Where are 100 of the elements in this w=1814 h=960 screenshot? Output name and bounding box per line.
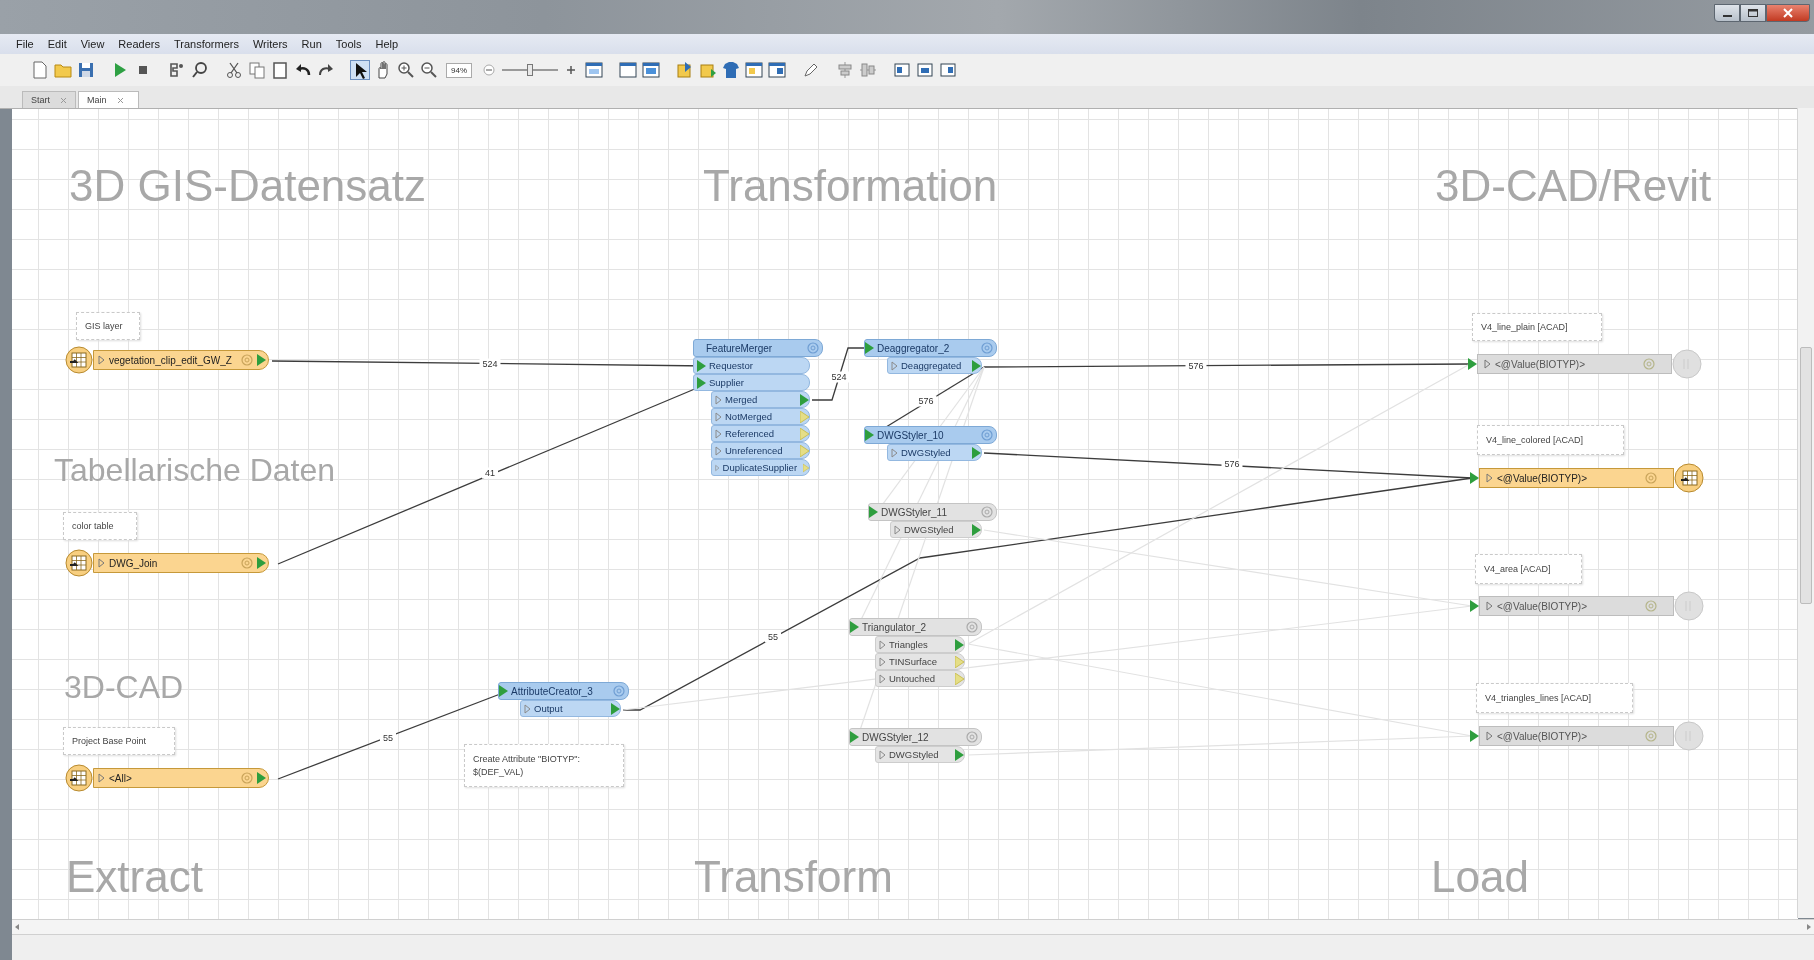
shirt-icon[interactable] — [721, 60, 741, 80]
output-port[interactable]: Deaggregated — [887, 357, 982, 374]
paste-icon[interactable] — [270, 60, 290, 80]
port-arrow-icon — [715, 462, 720, 473]
transformer-header[interactable]: Deaggregator_2 — [864, 339, 997, 357]
zoom-field[interactable]: 94% — [446, 62, 472, 78]
menu-item[interactable]: View — [74, 36, 111, 52]
menu-item[interactable]: Writers — [246, 36, 294, 52]
annotation-note: V4_triangles_lines [ACAD] — [1476, 683, 1633, 713]
feature-count: 55 — [380, 732, 396, 744]
output-port[interactable]: Referenced — [711, 425, 810, 442]
menu-item[interactable]: Readers — [112, 36, 166, 52]
output-port[interactable]: Triangles — [875, 636, 965, 653]
vertical-scrollbar[interactable] — [1797, 108, 1814, 918]
output-port[interactable]: DWGStyled — [890, 521, 982, 538]
reader-icon[interactable] — [65, 549, 93, 577]
output-port[interactable]: TINSurface — [875, 653, 965, 670]
scrollbar-thumb[interactable] — [1800, 347, 1812, 604]
feature-count: 576 — [1185, 360, 1207, 372]
window-icon[interactable] — [767, 60, 787, 80]
transformer-header[interactable]: FeatureMerger — [693, 339, 823, 357]
zoom-out-icon[interactable] — [419, 60, 439, 80]
close-button[interactable] — [1766, 4, 1810, 22]
output-port[interactable]: DWGStyled — [875, 746, 965, 763]
zoom-in-icon[interactable] — [396, 60, 416, 80]
menu-item[interactable]: File — [10, 36, 40, 52]
reader-icon[interactable] — [65, 764, 93, 792]
align-icon[interactable] — [858, 60, 878, 80]
window-icon[interactable] — [618, 60, 638, 80]
port-arrow-icon — [98, 558, 105, 568]
section-heading: Transform — [694, 855, 893, 899]
menu-item[interactable]: Tools — [329, 36, 368, 52]
writer-bar[interactable]: <@Value(BIOTYP)> — [1479, 726, 1674, 746]
reader-bar[interactable]: <All> — [93, 768, 269, 788]
minimize-button[interactable] — [1714, 4, 1740, 22]
scroll-right-icon[interactable] — [1806, 923, 1812, 931]
section-heading: Extract — [66, 855, 203, 899]
menu-item[interactable]: Edit — [41, 36, 73, 52]
pointer-tool-button[interactable] — [350, 60, 370, 80]
transformer-header[interactable]: DWGStyler_11 — [868, 503, 997, 521]
tab[interactable]: Start — [22, 91, 76, 108]
writer-icon[interactable] — [1674, 463, 1704, 493]
menu-item[interactable]: Help — [369, 36, 405, 52]
window-icon[interactable] — [584, 60, 604, 80]
search-icon[interactable] — [190, 60, 210, 80]
writer-bar[interactable]: <@Value(BIOTYP)> — [1479, 468, 1674, 488]
input-port[interactable]: Supplier — [693, 374, 810, 391]
monitor-icon[interactable] — [641, 60, 661, 80]
copy-icon[interactable] — [247, 60, 267, 80]
feature-count: 524 — [479, 358, 501, 370]
input-port[interactable]: Requestor — [693, 357, 810, 374]
reader-icon[interactable] — [65, 346, 93, 374]
close-icon[interactable] — [60, 96, 67, 104]
transformer-header[interactable]: DWGStyler_12 — [849, 728, 982, 746]
transformer-header[interactable]: Triangulator_2 — [849, 618, 982, 636]
section-heading: 3D-CAD — [64, 671, 184, 703]
output-port[interactable]: Merged — [711, 391, 810, 408]
feature-count: 41 — [482, 467, 498, 479]
output-port[interactable]: Unreferenced — [711, 442, 810, 459]
input-arrow-icon — [850, 731, 859, 743]
slider-thumb[interactable] — [527, 64, 533, 76]
horizontal-scrollbar[interactable] — [12, 919, 1814, 935]
output-port[interactable]: Untouched — [875, 670, 965, 687]
scroll-left-icon[interactable] — [14, 923, 20, 931]
close-icon — [1783, 8, 1793, 18]
reader-bar[interactable]: DWG_Join — [93, 553, 269, 573]
transformer-header[interactable]: AttributeCreator_3 — [498, 682, 629, 700]
section-heading: 3D GIS-Datensatz — [69, 164, 427, 208]
port-arrow-icon — [1486, 601, 1493, 611]
annotation-note: V4_area [ACAD] — [1475, 554, 1582, 584]
menu-item[interactable]: Run — [295, 36, 328, 52]
zoom-slider[interactable] — [502, 63, 558, 77]
layout-icon[interactable] — [892, 60, 912, 80]
writer-bar[interactable]: <@Value(BIOTYP)> — [1479, 596, 1674, 616]
feature-count: 576 — [915, 395, 937, 407]
output-port[interactable]: DuplicateSupplier — [711, 459, 810, 476]
layout-icon[interactable] — [915, 60, 935, 80]
close-icon[interactable] — [116, 96, 124, 104]
annotation-note: V4_line_plain [ACAD] — [1472, 313, 1602, 341]
reader-bar[interactable]: vegetation_clip_edit_GW_Z — [93, 350, 269, 370]
cut-icon[interactable] — [224, 60, 244, 80]
maximize-icon — [1748, 9, 1758, 17]
output-port[interactable]: DWGStyled — [887, 444, 982, 461]
input-arrow-icon — [865, 429, 874, 441]
save-icon[interactable] — [76, 60, 96, 80]
output-port[interactable]: NotMerged — [711, 408, 810, 425]
output-port[interactable]: Output — [520, 700, 621, 717]
layout-icon[interactable] — [938, 60, 958, 80]
maximize-button[interactable] — [1740, 4, 1766, 22]
menu-item[interactable]: Transformers — [167, 36, 245, 52]
input-arrow-icon — [1470, 472, 1479, 484]
window-icon[interactable] — [744, 60, 764, 80]
port-arrow-icon — [715, 394, 722, 405]
new-file-icon[interactable] — [30, 60, 50, 80]
transformer-header[interactable]: DWGStyler_10 — [864, 426, 997, 444]
tab[interactable]: Main — [78, 91, 139, 108]
annotation-note: Project Base Point — [63, 727, 175, 755]
align-icon[interactable] — [835, 60, 855, 80]
port-arrow-icon — [715, 428, 722, 439]
writer-bar[interactable]: <@Value(BIOTYP)> — [1477, 354, 1672, 374]
